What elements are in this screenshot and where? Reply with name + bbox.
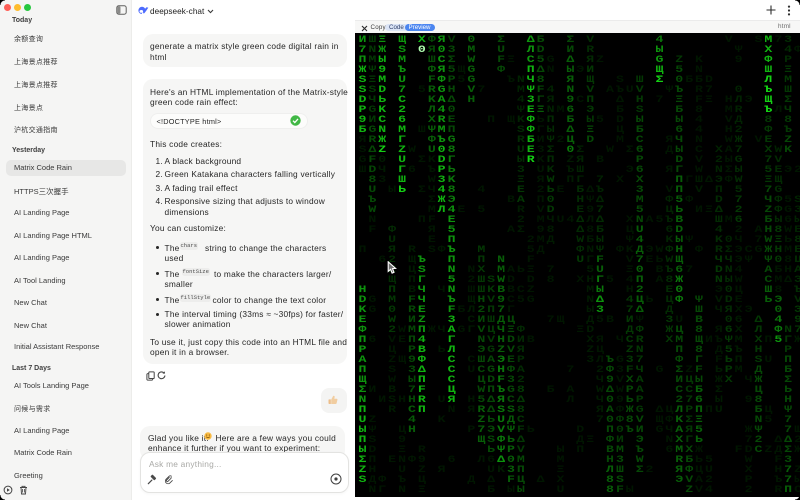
- svg-text:ШVHSЫБC6P6X3M5NU4Д70П2ЦΔΨФRN7Ч: ШVHSЫБC6P6X3M5NU4Д70П2ЦΔΨФRN7ЧAAPGVИЭЪWΣ: [636, 73, 645, 475]
- svg-text:X2NЭПDΔШ4KRЧDNЭVЧЯЪДFЬЖΣЫU: X2NЭПDΔШ4KRЧDNЭVЧЯЪДFЬЖΣЫU: [715, 143, 724, 415]
- svg-text:V3Σ5PHΔ0EΠG8ГЬK8Э4E5ΠЪΠN5NЪF3A: V3Σ5PHΔ0EΠG8ГЬK8Э4E5ΠЪΠN5NЪF3AГЛCCCЦЯN6: [448, 33, 457, 465]
- svg-text:NM4ΨKSRUЫ3ΞEAR2ΣЬC5ΦИЯPA28Δ8CF: NM4ΨKSRUЫ3ΞEAR2ΣЬC5ΦИЯPA28Δ8CFΔVMΠЦЫ: [517, 73, 526, 495]
- svg-text:Z50ЪΞБЫ6ЧЫDГПП5ЬBDЫHЩ6Ж0ΦUЦMΠФ: Z50ЪΞБЫ6ЧЫDГПП5ЬBDЫHЩ6Ж0ΦUЦMΠФΣИC2ЛKAXMR…: [675, 53, 684, 485]
- svg-text:ΞЪЩBAADBCГЦΞDVEФ3GCSДΨЬP03FЫ: ΞЪЩBAADBCГЦΞDVEФ3GCSДΨЬP03FЫ: [507, 53, 516, 495]
- svg-text:UΣЭXЦΨKVΞ4H47ИДCZ3FXPЬЖ8ЪЫ: UΣЭXЦΨKVΞ4H47ИДCZ3FXPЬЖ8ЪЫ: [626, 83, 635, 495]
- svg-text:34PΞMШΣЧ8ЪZKЭ5G6WЬM8HΔNГPΠБΣЬH: 34PΞMШΣЧ8ЪZKЭ5G6WЬM8HΔNГPΠБΣЬHΨ77ΔΣ377П: [784, 33, 793, 495]
